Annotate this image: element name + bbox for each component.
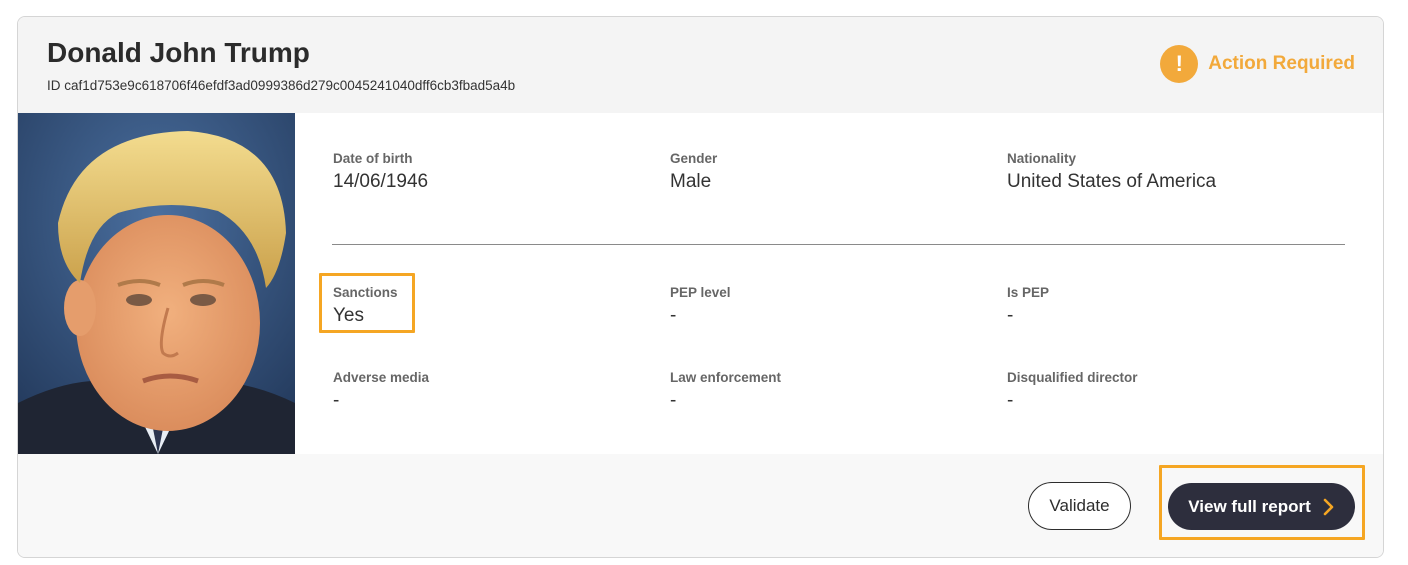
field-label: Nationality	[1007, 151, 1077, 166]
field-value: -	[670, 390, 677, 411]
card-footer: Validate View full report	[18, 454, 1383, 557]
person-name: Donald John Trump	[47, 37, 310, 68]
details-panel: Date of birth 14/06/1946 Gender Male Nat…	[295, 113, 1383, 454]
field-value: -	[333, 390, 340, 411]
view-full-report-label: View full report	[1188, 496, 1311, 516]
field-label: Gender	[670, 151, 718, 166]
field-label: Disqualified director	[1007, 370, 1138, 385]
field-date-of-birth: Date of birth 14/06/1946	[333, 151, 428, 193]
record-id: ID caf1d753e9c618706f46efdf3ad0999386d27…	[47, 78, 516, 93]
profile-photo	[18, 113, 295, 454]
status-indicator: ! Action Required	[1160, 45, 1355, 83]
field-label: Sanctions	[333, 285, 398, 300]
card-header: Donald John Trump ID caf1d753e9c618706f4…	[18, 17, 1383, 113]
view-full-report-button[interactable]: View full report	[1168, 483, 1355, 530]
field-is-pep: Is PEP -	[1007, 285, 1049, 327]
field-label: PEP level	[670, 285, 731, 300]
divider	[332, 244, 1345, 245]
field-value: -	[1007, 305, 1014, 326]
status-label: Action Required	[1208, 53, 1355, 74]
field-label: Is PEP	[1007, 285, 1050, 300]
field-nationality: Nationality United States of America	[1007, 151, 1216, 193]
field-value: 14/06/1946	[333, 171, 429, 192]
field-gender: Gender Male	[670, 151, 717, 193]
field-label: Law enforcement	[670, 370, 782, 385]
field-sanctions: Sanctions Yes	[333, 285, 398, 327]
field-adverse-media: Adverse media -	[333, 370, 429, 412]
field-law-enforcement: Law enforcement -	[670, 370, 781, 412]
field-value: United States of America	[1007, 171, 1217, 192]
chevron-right-icon	[1323, 498, 1335, 516]
field-label: Date of birth	[333, 151, 413, 166]
validate-button[interactable]: Validate	[1028, 482, 1131, 530]
exclamation-icon: !	[1160, 45, 1199, 83]
field-label: Adverse media	[333, 370, 430, 385]
field-value: -	[670, 305, 677, 326]
field-value: -	[1007, 390, 1014, 411]
screening-result-card: Donald John Trump ID caf1d753e9c618706f4…	[17, 16, 1384, 558]
field-disqualified-director: Disqualified director -	[1007, 370, 1138, 412]
field-pep-level: PEP level -	[670, 285, 731, 327]
field-value: Yes	[333, 305, 364, 326]
field-value: Male	[670, 171, 712, 192]
